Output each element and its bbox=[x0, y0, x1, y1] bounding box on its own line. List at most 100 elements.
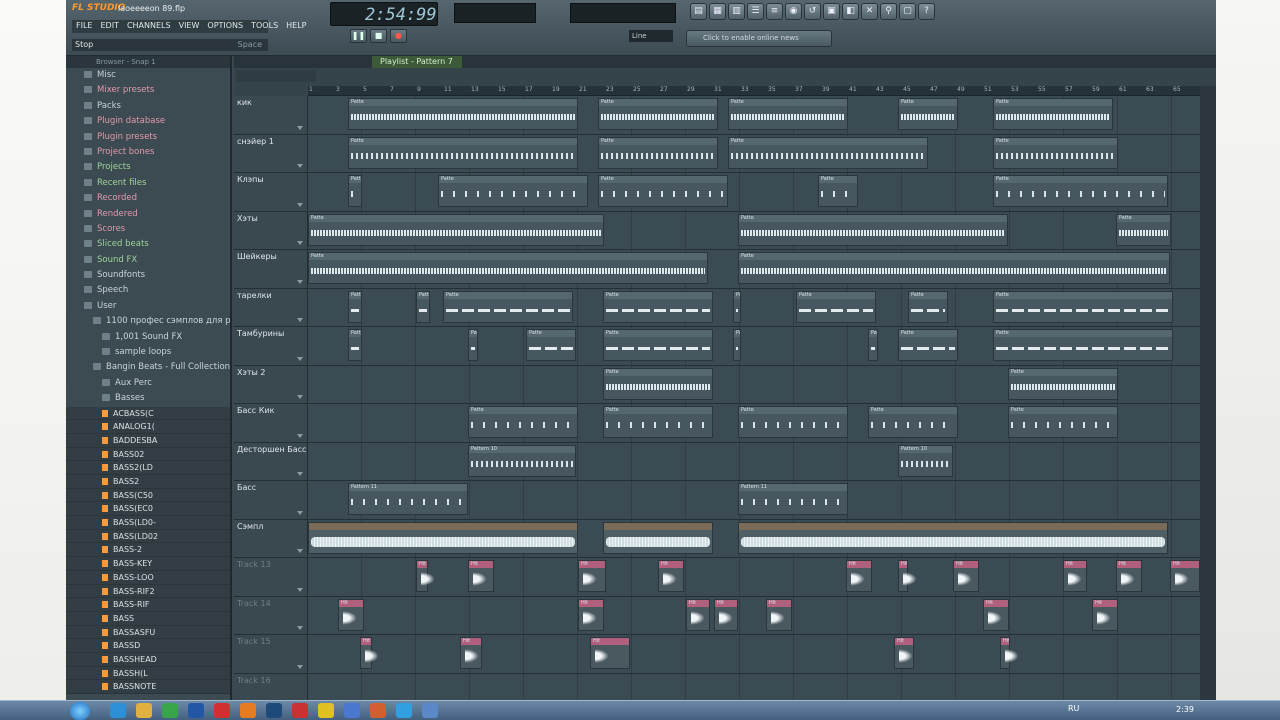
pattern-clip[interactable] bbox=[738, 521, 1168, 554]
browser-item[interactable]: User bbox=[66, 299, 230, 314]
browser-icon[interactable]: ☰ bbox=[747, 3, 764, 20]
pattern-clip[interactable]: Pattern 10 bbox=[898, 444, 953, 477]
render-icon[interactable]: ◧ bbox=[842, 3, 859, 20]
track-dropdown-icon[interactable] bbox=[297, 510, 303, 515]
pattern-clip[interactable]: Hit bbox=[686, 598, 710, 631]
track-header[interactable]: Track 13 bbox=[234, 558, 308, 596]
pattern-clip[interactable]: Patte bbox=[733, 290, 741, 323]
browser-file[interactable]: BASS bbox=[66, 611, 230, 626]
pattern-clip[interactable]: Patte bbox=[598, 175, 728, 207]
browser-file[interactable]: BASSD bbox=[66, 639, 230, 653]
pattern-clip[interactable]: Patte bbox=[438, 175, 588, 207]
track-lane[interactable] bbox=[308, 673, 1200, 700]
browser-file[interactable]: BASS2 bbox=[66, 475, 230, 489]
playlist-title[interactable]: Playlist - Pattern 7 bbox=[372, 56, 462, 68]
pattern-clip[interactable]: Patte bbox=[908, 290, 948, 323]
browser-item[interactable]: Sliced beats bbox=[66, 237, 230, 252]
menu-help[interactable]: HELP bbox=[282, 20, 310, 33]
menu-options[interactable]: OPTIONS bbox=[203, 20, 247, 33]
track-dropdown-icon[interactable] bbox=[297, 241, 303, 245]
flash-icon[interactable] bbox=[292, 703, 308, 718]
time-ruler[interactable]: 1 3 5 7 9 11 13 15 17 19 21 23 25 27 29 31 33 35 37 39 41 43 4… bbox=[308, 86, 1200, 96]
pattern-clip[interactable]: Patte bbox=[796, 290, 876, 323]
paint-icon[interactable] bbox=[370, 703, 386, 718]
pattern-clip[interactable]: Pattern 11 bbox=[738, 483, 848, 515]
save-icon[interactable]: ▣ bbox=[823, 3, 840, 20]
browser-item[interactable]: Basses bbox=[66, 391, 230, 406]
pattern-clip[interactable]: Patte bbox=[993, 136, 1118, 169]
pattern-clip[interactable]: Patte bbox=[603, 329, 713, 361]
pattern-clip[interactable]: Patte bbox=[348, 98, 578, 130]
pattern-clip[interactable]: Hit bbox=[658, 560, 684, 592]
browser-file[interactable]: BASSASFU bbox=[66, 625, 230, 640]
pattern-clip[interactable]: Patte bbox=[738, 406, 848, 438]
pattern-clip[interactable]: Patte bbox=[603, 290, 713, 323]
norton-icon[interactable] bbox=[318, 703, 334, 718]
track-lane[interactable]: Hit Hit Hit Hit Hit Hit Hit Hit Hit Hit bbox=[308, 558, 1200, 596]
pattern-clip[interactable]: Hit bbox=[578, 598, 604, 631]
track-header[interactable]: Track 16 bbox=[234, 673, 308, 700]
track-lane[interactable]: Patte Patte bbox=[308, 365, 1200, 403]
daemon-icon[interactable] bbox=[344, 703, 360, 718]
help-icon[interactable]: ? bbox=[918, 3, 935, 20]
menu-tools[interactable]: TOOLS bbox=[247, 20, 282, 33]
online-news-panel[interactable]: Click to enable online news bbox=[686, 30, 832, 47]
pattern-clip[interactable]: Patte bbox=[526, 329, 576, 361]
track-header[interactable]: Тамбурины bbox=[234, 327, 308, 365]
pattern-clip[interactable]: Patte bbox=[598, 136, 718, 169]
ie-icon[interactable] bbox=[110, 703, 126, 718]
track-dropdown-icon[interactable] bbox=[297, 125, 303, 130]
utorrent-icon[interactable] bbox=[162, 703, 178, 718]
browser-item[interactable]: Recorded bbox=[66, 191, 230, 206]
track-dropdown-icon[interactable] bbox=[297, 472, 303, 476]
menu-view[interactable]: VIEW bbox=[175, 20, 204, 33]
browser-item[interactable]: Bangin Beats - Full Collection bbox=[66, 360, 230, 375]
browser-file[interactable]: BASS02 bbox=[66, 447, 230, 462]
master-volume-meter[interactable] bbox=[454, 3, 536, 23]
pattern-clip[interactable]: Hit bbox=[1063, 560, 1087, 592]
track-dropdown-icon[interactable] bbox=[297, 549, 303, 553]
pattern-clip[interactable]: Patte bbox=[728, 136, 928, 169]
track-header[interactable]: Сэмпл bbox=[234, 519, 308, 557]
pattern-clip[interactable]: Patte bbox=[598, 98, 718, 130]
pattern-clip[interactable]: Hit bbox=[1116, 560, 1142, 592]
browser-item[interactable]: Rendered bbox=[66, 207, 230, 222]
pattern-clip[interactable] bbox=[308, 521, 578, 554]
pattern-clip[interactable]: Hit bbox=[1000, 637, 1021, 669]
pattern-clip[interactable]: Patte bbox=[348, 329, 362, 361]
piano-roll-icon[interactable]: ▥ bbox=[728, 3, 745, 20]
start-button[interactable] bbox=[70, 702, 90, 720]
browser-file[interactable]: BASS-KEY bbox=[66, 557, 230, 571]
track-dropdown-icon[interactable] bbox=[297, 356, 303, 361]
pattern-clip[interactable]: Patte bbox=[738, 252, 1170, 284]
track-lane[interactable]: Pattern 10 Pattern 10 bbox=[308, 442, 1200, 480]
pattern-clip[interactable]: Patte bbox=[733, 329, 741, 361]
pattern-clip[interactable]: Patte bbox=[308, 213, 604, 246]
close-icon[interactable]: ✕ bbox=[861, 3, 878, 20]
pattern-clip[interactable]: Patte bbox=[348, 136, 578, 169]
track-header[interactable]: Басс bbox=[234, 481, 308, 519]
browser-file[interactable]: BASS-LOO bbox=[66, 570, 230, 585]
browser-file[interactable]: BASSNOTE bbox=[66, 680, 230, 695]
pattern-clip[interactable]: Patte bbox=[603, 406, 713, 438]
pattern-clip[interactable]: Patte bbox=[468, 406, 578, 438]
browser-item[interactable]: sample loops bbox=[66, 345, 230, 360]
pattern-clip[interactable]: Patte bbox=[1008, 406, 1118, 438]
export-icon[interactable]: ▢ bbox=[899, 3, 916, 20]
track-header[interactable]: Клэпы bbox=[234, 173, 308, 211]
pattern-clip[interactable]: Patte bbox=[738, 213, 1008, 246]
pattern-clip[interactable] bbox=[603, 521, 713, 554]
browser-item[interactable]: Sound FX bbox=[66, 253, 230, 268]
track-lane[interactable] bbox=[308, 519, 1200, 557]
pattern-clip[interactable]: Pattern 11 bbox=[348, 483, 468, 515]
track-header[interactable]: Track 15 bbox=[234, 635, 308, 673]
track-header[interactable]: тарелки bbox=[234, 288, 308, 326]
track-lane[interactable]: Patte Patte Patte Patte bbox=[308, 134, 1200, 172]
track-header[interactable]: снэйер 1 bbox=[234, 134, 308, 172]
track-dropdown-icon[interactable] bbox=[297, 279, 303, 284]
browser-item[interactable]: Aux Perc bbox=[66, 376, 230, 391]
browser-item[interactable]: Packs bbox=[66, 99, 230, 114]
track-header[interactable]: Десторшен Басс bbox=[234, 442, 308, 480]
pattern-clip[interactable]: Patte bbox=[818, 175, 858, 207]
pattern-clip[interactable]: Hit bbox=[1170, 560, 1200, 592]
